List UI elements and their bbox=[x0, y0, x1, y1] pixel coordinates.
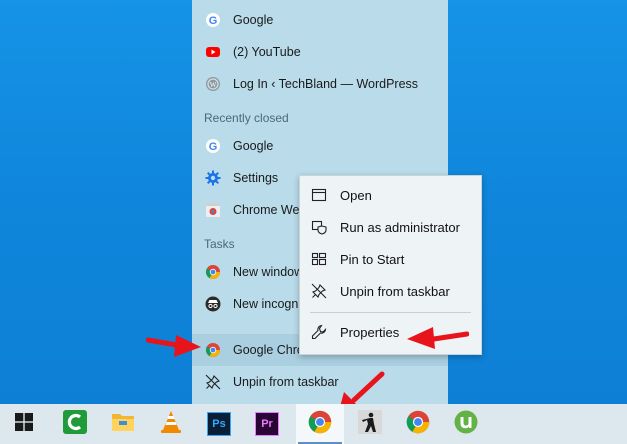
annotation-arrow-properties bbox=[407, 327, 469, 349]
wrench-icon bbox=[311, 324, 327, 340]
file-explorer-icon bbox=[111, 411, 135, 438]
wordpress-icon: W bbox=[205, 76, 221, 92]
google-g-icon: G bbox=[205, 138, 221, 154]
jumplist-item-wordpress[interactable]: W Log In ‹ TechBland — WordPress bbox=[192, 68, 448, 100]
youtube-icon bbox=[205, 44, 221, 60]
unpin-icon bbox=[205, 374, 221, 390]
taskbar-camtasia[interactable] bbox=[51, 404, 99, 444]
chrome-beta-icon bbox=[205, 342, 221, 358]
taskbar-photoshop[interactable]: Ps bbox=[195, 404, 243, 444]
context-menu-label: Run as administrator bbox=[340, 219, 460, 235]
chrome-icon bbox=[205, 264, 221, 280]
context-menu-run-as-administrator[interactable]: Run as administrator bbox=[300, 211, 481, 243]
context-menu-label: Pin to Start bbox=[340, 251, 405, 267]
counter-strike-icon bbox=[358, 409, 382, 439]
context-menu-unpin-from-taskbar[interactable]: Unpin from taskbar bbox=[300, 275, 481, 307]
jumplist-item-label: Chrome Web bbox=[233, 203, 307, 217]
chrome-icon bbox=[406, 410, 430, 439]
jumplist-item-label: Log In ‹ TechBland — WordPress bbox=[233, 77, 419, 91]
context-menu-label: Open bbox=[340, 187, 372, 203]
jumplist-item-label: New window bbox=[233, 265, 304, 279]
jumplist-item-label: Google bbox=[233, 13, 274, 27]
section-header-recently-closed: Recently closed bbox=[204, 111, 289, 125]
jumplist-item-label: Google bbox=[233, 139, 274, 153]
taskbar-start-button[interactable] bbox=[0, 404, 48, 444]
context-menu-label: Unpin from taskbar bbox=[340, 283, 450, 299]
jumplist-item-google[interactable]: G Google bbox=[192, 4, 448, 36]
utorrent-icon bbox=[454, 410, 478, 439]
google-g-icon: G bbox=[205, 12, 221, 28]
chrome-web-store-icon bbox=[205, 202, 221, 218]
taskbar-chrome[interactable] bbox=[394, 404, 442, 444]
context-menu-label: Properties bbox=[340, 324, 400, 340]
svg-text:G: G bbox=[209, 15, 218, 27]
jumplist-item-label: (2) YouTube bbox=[233, 45, 301, 59]
context-menu-open[interactable]: Open bbox=[300, 179, 481, 211]
shield-icon bbox=[311, 219, 327, 235]
window-icon bbox=[311, 187, 327, 203]
photoshop-icon: Ps bbox=[207, 412, 231, 436]
taskbar-counter-strike[interactable] bbox=[346, 404, 394, 444]
premiere-icon: Pr bbox=[255, 412, 279, 436]
taskbar: Ps Pr bbox=[0, 404, 627, 444]
jumplist-item-google-closed[interactable]: G Google bbox=[192, 130, 448, 162]
settings-gear-icon bbox=[205, 170, 221, 186]
incognito-icon bbox=[205, 296, 221, 312]
unpin-icon bbox=[311, 283, 327, 299]
jumplist-item-label: Unpin from taskbar bbox=[233, 375, 339, 389]
jumplist-item-unpin-from-taskbar[interactable]: Unpin from taskbar bbox=[192, 366, 448, 398]
camtasia-icon bbox=[63, 409, 87, 439]
vlc-icon bbox=[160, 410, 182, 439]
section-header-tasks: Tasks bbox=[204, 237, 235, 251]
taskbar-vlc[interactable] bbox=[147, 404, 195, 444]
svg-text:G: G bbox=[209, 141, 218, 153]
taskbar-chrome-beta[interactable] bbox=[296, 404, 344, 444]
taskbar-utorrent[interactable] bbox=[442, 404, 490, 444]
pin-to-start-icon bbox=[311, 251, 327, 267]
annotation-arrow-left bbox=[146, 335, 201, 357]
taskbar-file-explorer[interactable] bbox=[99, 404, 147, 444]
svg-text:W: W bbox=[210, 81, 217, 89]
jumplist-item-youtube[interactable]: (2) YouTube bbox=[192, 36, 448, 68]
context-menu-pin-to-start[interactable]: Pin to Start bbox=[300, 243, 481, 275]
chrome-beta-icon bbox=[308, 410, 332, 439]
taskbar-premiere[interactable]: Pr bbox=[243, 404, 291, 444]
context-menu-separator bbox=[310, 312, 471, 313]
windows-start-icon bbox=[15, 412, 33, 436]
jumplist-item-label: Settings bbox=[233, 171, 279, 185]
